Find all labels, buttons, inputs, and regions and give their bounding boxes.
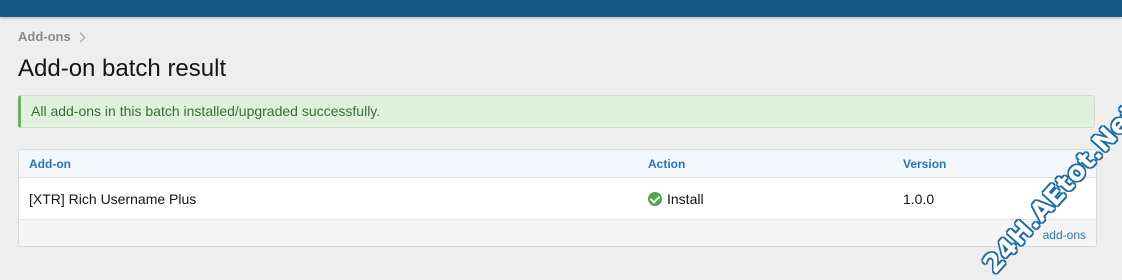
success-notice: All add-ons in this batch installed/upgr… [18, 95, 1095, 128]
addons-link[interactable]: add-ons [1043, 228, 1086, 242]
check-circle-icon [648, 192, 662, 206]
version-cell: 1.0.0 [903, 191, 935, 207]
table-row: [XTR] Rich Username Plus Install 1.0.0 [19, 178, 1096, 220]
page-title: Add-on batch result [18, 55, 227, 82]
column-header-addon: Add-on [29, 157, 71, 171]
column-header-action: Action [648, 157, 686, 171]
chevron-right-icon [75, 32, 86, 42]
batch-result-table: Add-on Action Version [XTR] Rich Usernam… [18, 149, 1097, 247]
top-navigation-bar [0, 0, 1122, 17]
addon-name-cell: [XTR] Rich Username Plus [29, 191, 197, 207]
table-header: Add-on Action Version [19, 150, 1096, 178]
breadcrumb[interactable]: Add-ons [18, 29, 86, 44]
table-footer: add-ons [19, 220, 1096, 246]
breadcrumb-item-addons[interactable]: Add-ons [18, 29, 71, 44]
action-label: Install [667, 191, 704, 207]
action-cell: Install [648, 191, 704, 207]
column-header-version: Version [903, 157, 947, 171]
